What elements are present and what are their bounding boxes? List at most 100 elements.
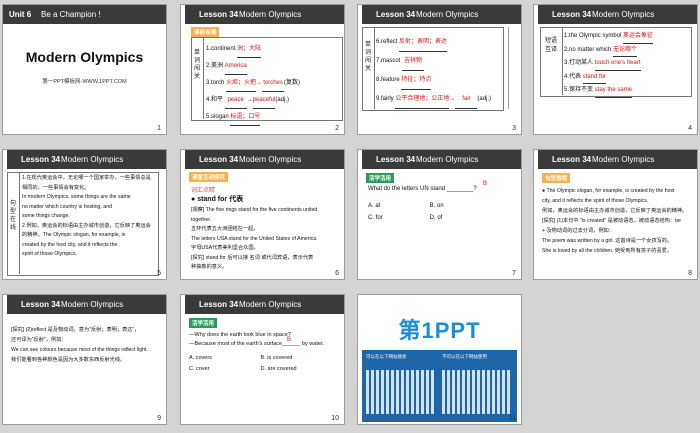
lesson-title: Modern Olympics: [239, 300, 302, 309]
slide-thumbnail-10[interactable]: Lesson 34 Modern Olympics 活学活用 —Why does…: [180, 294, 345, 425]
slide-number: 7: [512, 270, 516, 277]
slide-header: Lesson 34 Modern Olympics: [3, 150, 166, 169]
lesson-title: Modern Olympics: [416, 10, 479, 19]
slide-thumbnail-8[interactable]: Lesson 34 Modern Olympics 句型透视 ● The Oly…: [533, 149, 698, 280]
section-tag: 活学活用: [366, 173, 395, 183]
vocab-item: 4.和平 peace →peaceful(adj.): [206, 92, 300, 109]
qr-area-right: [442, 370, 510, 414]
vocab-item: 1.continent 洲；大陆: [206, 41, 300, 58]
options: A. at B. on C. for D. of: [368, 200, 508, 224]
vertical-divider: [374, 27, 375, 109]
lesson-label: Lesson 34: [21, 300, 61, 309]
header-accent: [534, 5, 538, 24]
vertical-divider: [562, 27, 563, 95]
section-tag: 活学活用: [189, 318, 218, 328]
slide-number: 5: [157, 270, 161, 277]
option: C. cover: [189, 366, 210, 372]
slide-thumbnail-5[interactable]: Lesson 34 Modern Olympics 句型在线 1.在现代奥运会中…: [2, 149, 167, 280]
lesson-label: Lesson 34: [199, 10, 239, 19]
phrase-item: 5.保持不变 stay the same: [564, 84, 653, 98]
lesson-title: Modern Olympics: [61, 155, 124, 164]
explanation-text: [探究] (2)reflect 是及物动词，意为"反射；表明；表达"， 还可译为…: [11, 327, 148, 363]
unit-label: Unit 6: [9, 10, 32, 19]
vocab-list: 6.reflect 反射；表明；表达 7.mascot 吉祥物 8.featur…: [376, 33, 491, 109]
option: D. are covered: [260, 366, 297, 372]
option: B. is covered: [260, 355, 293, 361]
vertical-label: 短语 互译: [544, 38, 558, 53]
phrase-list: 1.the Olympic symbol 奥运会象征 2.no matter w…: [564, 30, 654, 98]
option: D. of: [429, 215, 443, 221]
header-accent: [534, 150, 538, 169]
vocab-item: 5.slogan 标语；口号: [206, 109, 300, 126]
explanation-text: [观察] The five rings stand for the five c…: [191, 207, 318, 270]
ppt-logo: 第1PPT: [398, 318, 481, 343]
vocab-item: 3.torch 火炬；火把→torches(复数): [206, 75, 300, 92]
section-tag: 课堂互动探究: [189, 172, 229, 182]
keyword-heading: ● stand for 代表: [191, 196, 244, 203]
credit-text: 第一PPT模板网-WWW.1PPT.COM: [42, 79, 127, 85]
slide-header: Lesson 34 Modern Olympics: [358, 150, 521, 169]
lesson-label: Lesson 34: [552, 10, 592, 19]
header-accent: [3, 295, 7, 314]
header-accent: [181, 5, 185, 24]
option: C. for: [368, 215, 383, 221]
qr-area-left: [366, 370, 434, 414]
answer-mark: B: [287, 337, 292, 343]
slide-number: 1: [157, 125, 161, 132]
slide-header: Unit 6 Be a Champion !: [3, 5, 166, 24]
header-accent: [181, 150, 185, 169]
section-tag: 句型透视: [542, 173, 571, 183]
option: A. covers: [189, 355, 212, 361]
question-text: —Why does the earth look blue in space? …: [189, 332, 324, 347]
vertical-label: 句型在线: [9, 201, 16, 231]
slide-header: Lesson 34 Modern Olympics: [534, 5, 697, 24]
slide-thumbnail-2[interactable]: Lesson 34 Modern Olympics 课前自测 单词闯关 1.co…: [180, 4, 345, 135]
lesson-title: Modern Olympics: [416, 155, 479, 164]
phrase-item: 2.no matter which 无论哪个: [564, 44, 653, 57]
slide-header: Lesson 34 Modern Olympics: [358, 5, 521, 24]
vocab-item: 8.feature 特征；特点: [376, 71, 491, 90]
slide-thumbnail-11[interactable]: 第1PPT 可以在以下网站搜索 不可以在以下网站使用 11: [357, 294, 522, 425]
vocab-item: 9.fairly 公平合理地；公正地→ fair (adj.): [376, 90, 491, 109]
header-accent: [358, 5, 362, 24]
phrase-item: 1.the Olympic symbol 奥运会象征: [564, 30, 654, 44]
slide-number: 11: [508, 415, 516, 422]
slide-number: 3: [512, 125, 516, 132]
section-tag: 课前自测: [191, 27, 220, 37]
scrollbar[interactable]: [508, 27, 517, 109]
vertical-label: 单词闯关: [364, 42, 371, 72]
sentence-text: 1.在现代奥运会中，无论哪一个国家举办，一些事情总是相同的，一些事情会有变化。 …: [22, 175, 151, 257]
slide-thumbnail-9[interactable]: Lesson 34 Modern Olympics [探究] (2)reflec…: [2, 294, 167, 425]
vocab-item: 7.mascot 吉祥物: [376, 52, 491, 71]
slide-number: 10: [331, 415, 339, 422]
slide-header: Lesson 34 Modern Olympics: [181, 150, 344, 169]
slide-thumbnail-1[interactable]: Unit 6 Be a Champion ! Modern Olympics 第…: [2, 4, 167, 135]
answer-mark: B: [483, 181, 488, 187]
vertical-divider: [19, 172, 20, 274]
lesson-label: Lesson 34: [199, 300, 239, 309]
lesson-label: Lesson 34: [552, 155, 592, 164]
slide-number: 8: [688, 270, 692, 277]
phrase-item: 3.打动某人 touch one's heart: [564, 57, 653, 71]
slide-title: Modern Olympics: [25, 49, 144, 65]
ad-left-label: 可以在以下网站搜索: [366, 354, 407, 359]
phrase-item: 4.代表 stand for: [564, 71, 653, 84]
lesson-title: Modern Olympics: [239, 155, 302, 164]
slide-number: 2: [335, 125, 339, 132]
lesson-label: Lesson 34: [376, 10, 416, 19]
slide-thumbnail-6[interactable]: Lesson 34 Modern Olympics 课堂互动探究 词汇点睛 ● …: [180, 149, 345, 280]
slide-thumbnail-3[interactable]: Lesson 34 Modern Olympics 单词闯关 6.reflect…: [357, 4, 522, 135]
lesson-label: Lesson 34: [21, 155, 61, 164]
lesson-title: Modern Olympics: [239, 10, 302, 19]
explanation-text: ● The Olympic slogan, for example, is cr…: [542, 188, 688, 254]
slide-thumbnail-7[interactable]: Lesson 34 Modern Olympics 活学活用 What do t…: [357, 149, 522, 280]
header-accent: [181, 295, 185, 314]
vertical-divider: [203, 37, 204, 119]
option: B. on: [429, 203, 444, 209]
lesson-label: Lesson 34: [376, 155, 416, 164]
option: A. at: [368, 203, 381, 209]
slide-number: 6: [335, 270, 339, 277]
slide-thumbnail-4[interactable]: Lesson 34 Modern Olympics 短语 互译 1.the Oly…: [533, 4, 698, 135]
vocab-item: 6.reflect 反射；表明；表达: [376, 33, 491, 52]
vertical-label: 单词闯关: [193, 50, 200, 80]
